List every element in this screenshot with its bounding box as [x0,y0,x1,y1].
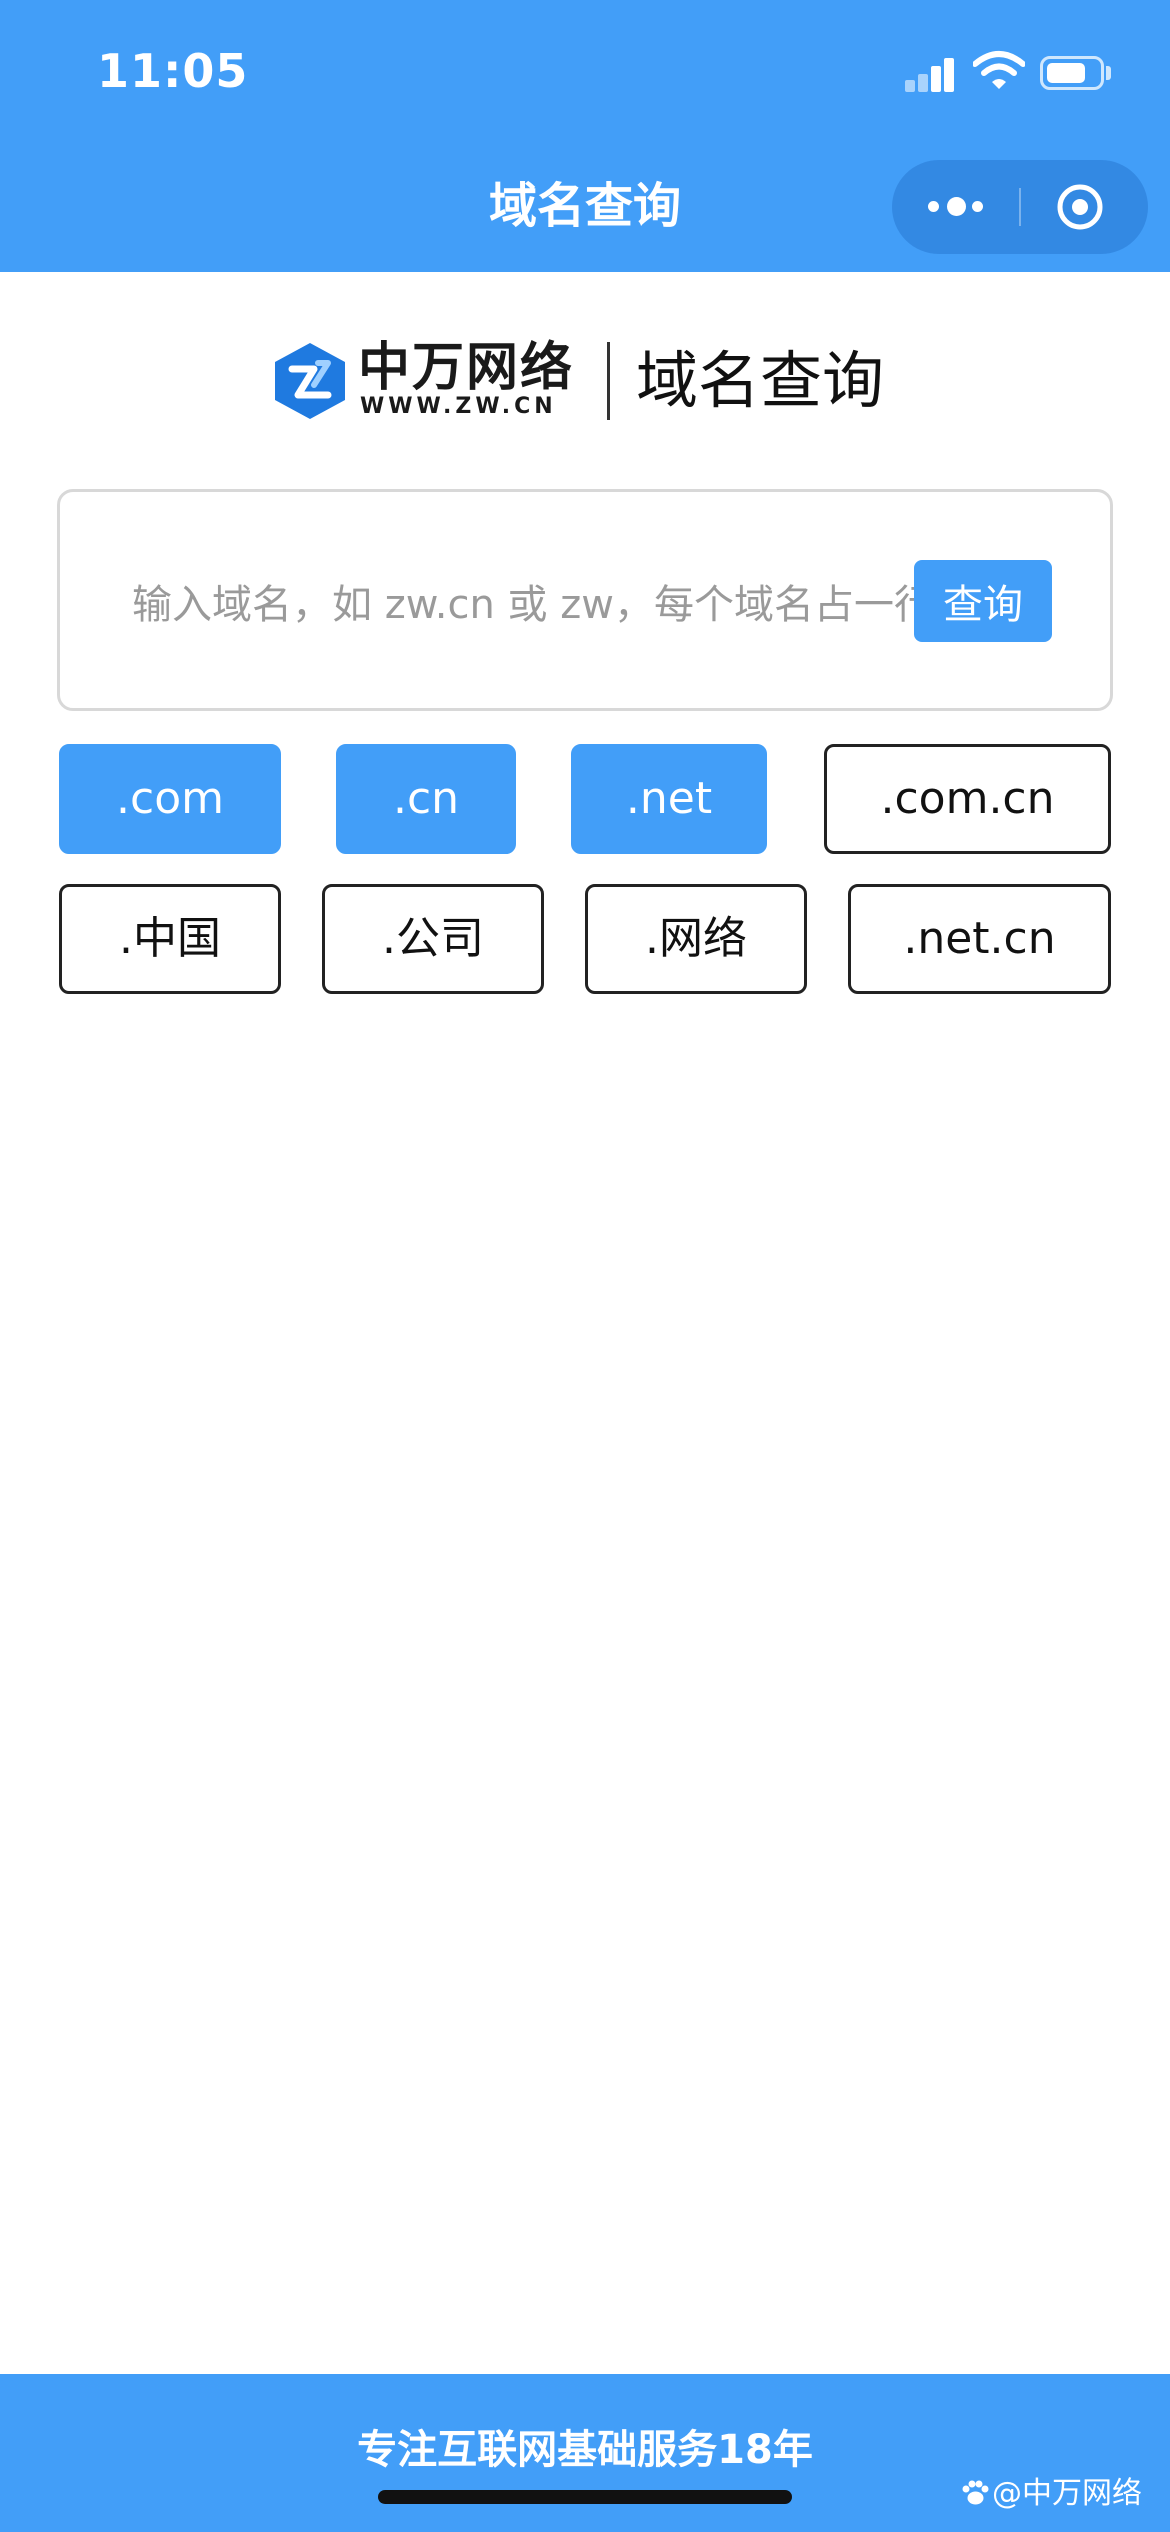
search-box: 查询 [57,489,1113,711]
logo-product-name: 域名查询 [636,344,885,417]
capsule-divider [1019,188,1021,226]
logo-url: WWW.ZW.CN [360,394,557,419]
watermark: @中万网络 [960,2474,1142,2514]
more-icon[interactable] [922,190,992,224]
suffix-chip-cn[interactable]: .cn [336,744,516,854]
home-indicator[interactable] [378,2490,792,2504]
battery-cap [1106,66,1111,80]
logo-separator [607,342,610,420]
top-bar: 11:05 域名查询 [0,0,1170,272]
wifi-icon [973,51,1025,89]
footer: 专注互联网基础服务18年 @中万网络 [0,2374,1170,2532]
watermark-text: @中万网络 [992,2476,1142,2511]
suffix-chip-net[interactable]: .net [571,744,767,854]
battery-icon [1040,56,1104,90]
miniprogram-capsule [892,160,1148,254]
logo-brand: 中万网络 [358,338,575,398]
close-miniprogram-icon[interactable] [1055,182,1105,232]
paw-icon [962,2480,989,2505]
suffix-chip-com-cn[interactable]: .com.cn [824,744,1111,854]
cellular-signal-icon [905,58,955,92]
status-time: 11:05 [97,44,249,98]
suffix-chip-wangluo[interactable]: .网络 [585,884,807,994]
footer-slogan: 专注互联网基础服务18年 [357,2427,813,2473]
suffix-chip-gongsi[interactable]: .公司 [322,884,544,994]
logo-mark-icon [275,343,345,419]
suffix-chip-net-cn[interactable]: .net.cn [848,884,1111,994]
suffix-chip-zhongguo[interactable]: .中国 [59,884,281,994]
search-button[interactable]: 查询 [914,560,1052,642]
logo: 中万网络 WWW.ZW.CN 域名查询 [270,336,910,426]
domain-search-input[interactable] [132,570,932,640]
suffix-chip-com[interactable]: .com [59,744,281,854]
